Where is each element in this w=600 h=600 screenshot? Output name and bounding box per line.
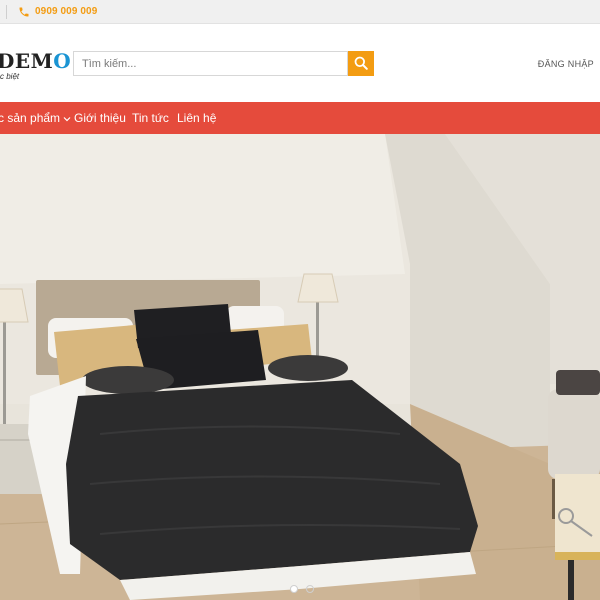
topbar-divider	[6, 5, 7, 19]
hero-image-bedroom	[0, 134, 600, 600]
site-header: DEMO c biệt ĐĂNG NHẬP	[0, 24, 600, 102]
phone-number[interactable]: 0909 009 009	[35, 6, 97, 17]
nav-item-about[interactable]: Giới thiệu	[74, 102, 126, 134]
search-form	[73, 51, 374, 76]
nav-item-label: Liên hệ	[177, 111, 217, 125]
search-button[interactable]	[348, 51, 374, 76]
slider-dot-active[interactable]	[290, 585, 298, 593]
login-link[interactable]: ĐĂNG NHẬP	[538, 59, 594, 69]
search-input[interactable]	[73, 51, 348, 76]
logo-accent-letter: O	[53, 49, 72, 73]
phone-icon	[19, 7, 29, 17]
logo-text: DEM	[0, 49, 54, 73]
nav-item-contact[interactable]: Liên hệ	[177, 102, 216, 134]
nav-item-label: Tin tức	[132, 111, 169, 125]
nav-item-news[interactable]: Tin tức	[132, 102, 169, 134]
slider-dots	[286, 585, 322, 595]
logo[interactable]: DEMO	[0, 49, 71, 73]
search-icon	[354, 56, 368, 70]
logo-tagline: c biệt	[0, 72, 20, 81]
nav-item-products[interactable]: c sản phẩm	[0, 102, 71, 134]
nav-item-label: c sản phẩm	[0, 111, 61, 125]
main-nav: c sản phẩm Giới thiệu Tin tức Liên hệ	[0, 102, 600, 134]
top-bar: 0909 009 009	[0, 0, 600, 24]
chevron-down-icon	[63, 116, 71, 122]
hero-slider[interactable]	[0, 134, 600, 600]
slider-dot[interactable]	[306, 585, 314, 593]
nav-item-label: Giới thiệu	[74, 111, 126, 125]
